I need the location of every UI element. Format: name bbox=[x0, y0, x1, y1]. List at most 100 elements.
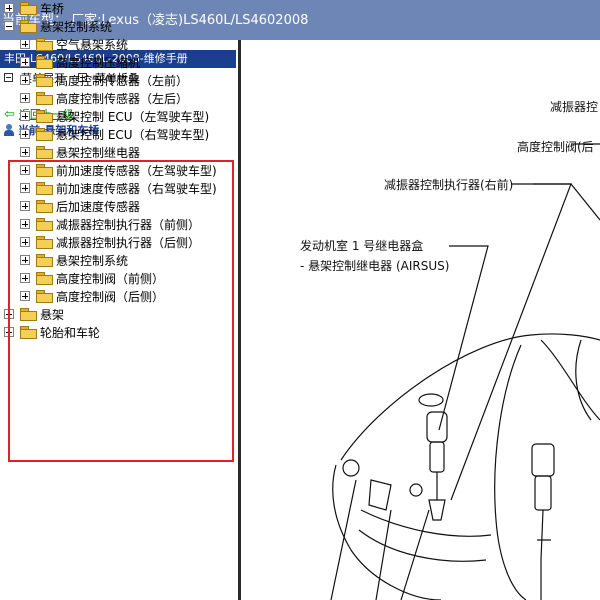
tree-item[interactable]: 悬架控制系统 bbox=[20, 252, 128, 270]
expand-icon[interactable] bbox=[20, 201, 30, 211]
tree-item[interactable]: 悬架控制 ECU（右驾驶车型) bbox=[20, 126, 209, 144]
tree-item-label: 悬架 bbox=[40, 308, 65, 322]
folder-icon bbox=[36, 56, 53, 69]
tree-item[interactable]: 后加速度传感器 bbox=[20, 198, 140, 216]
folder-icon bbox=[36, 164, 53, 177]
air-strut-lower bbox=[428, 472, 446, 521]
label-damper-front-right: 减振器控制执行器(右前) bbox=[384, 178, 514, 192]
folder-icon bbox=[36, 218, 53, 231]
car-hood-outline bbox=[340, 333, 600, 461]
folder-icon bbox=[36, 110, 53, 123]
folder-icon bbox=[36, 128, 53, 141]
tree-item-label: 前加速度传感器（右驾驶车型) bbox=[56, 182, 217, 196]
expand-all-icon bbox=[4, 73, 13, 82]
folder-icon bbox=[20, 326, 37, 339]
folder-icon bbox=[20, 308, 37, 321]
folder-icon bbox=[36, 254, 53, 267]
folder-icon bbox=[36, 38, 53, 51]
right-strut-top bbox=[531, 443, 555, 477]
sensor-part bbox=[342, 459, 360, 477]
windshield-outline bbox=[575, 339, 592, 421]
tree-item-label: 轮胎和车轮 bbox=[40, 326, 101, 340]
folder-icon bbox=[36, 182, 53, 195]
expand-icon[interactable] bbox=[20, 39, 30, 49]
tree-item-label: 高度控制阀（前侧） bbox=[56, 272, 165, 286]
tree-item[interactable]: 悬架 bbox=[4, 306, 64, 324]
expand-icon[interactable] bbox=[4, 327, 14, 337]
expand-icon[interactable] bbox=[20, 273, 30, 283]
leader-line-1 bbox=[330, 479, 357, 600]
label-valve-partial: 高度控制阀(后 bbox=[517, 140, 594, 154]
expand-icon[interactable] bbox=[20, 219, 30, 229]
expand-icon[interactable] bbox=[20, 255, 30, 265]
leader-line-3 bbox=[400, 509, 430, 600]
tree-item[interactable]: 高度控制阀（后侧） bbox=[20, 288, 164, 306]
expand-icon[interactable] bbox=[20, 291, 30, 301]
folder-icon bbox=[20, 2, 37, 15]
suspension-diagram bbox=[330, 143, 600, 600]
expand-icon[interactable] bbox=[4, 309, 14, 319]
expand-icon[interactable] bbox=[20, 75, 30, 85]
tree-item-label: 空气悬架系统 bbox=[56, 38, 129, 52]
air-strut-top bbox=[426, 411, 448, 443]
tree-item[interactable]: 前加速度传感器（右驾驶车型) bbox=[20, 180, 217, 198]
tree-item[interactable]: 悬架控制 ECU（左驾驶车型) bbox=[20, 108, 209, 126]
expand-icon[interactable] bbox=[20, 237, 30, 247]
diagram-panel: 减振器控 高度控制阀(后 减振器控制执行器(右前) 发动机室 1 号继电器盒 -… bbox=[241, 40, 600, 600]
tree-item-label: 悬架控制 ECU（右驾驶车型) bbox=[56, 128, 210, 142]
right-strut-lower bbox=[537, 509, 551, 561]
expand-icon[interactable] bbox=[20, 57, 30, 67]
leader-line-2 bbox=[375, 509, 392, 600]
tree-item[interactable]: 悬架控制继电器 bbox=[20, 144, 140, 162]
tree-item[interactable]: 车桥 bbox=[4, 0, 64, 18]
tree-item[interactable]: 减振器控制执行器（后侧） bbox=[20, 234, 200, 252]
back-arrow-icon: ⇦ bbox=[4, 107, 15, 122]
bracket-part bbox=[368, 479, 392, 511]
collapse-icon[interactable] bbox=[4, 21, 14, 31]
folder-icon bbox=[20, 20, 37, 33]
label-relay-box: 发动机室 1 号继电器盒 bbox=[300, 239, 424, 253]
tree-item-label: 悬架控制系统 bbox=[40, 20, 113, 34]
tree-item-label: 减振器控制执行器（后侧） bbox=[56, 236, 201, 250]
tree-item-label: 高度控制传感器（左后） bbox=[56, 92, 189, 106]
tree-item[interactable]: 空气悬架系统 bbox=[20, 36, 128, 54]
tree-item[interactable]: 高度控制传感器（左前） bbox=[20, 72, 188, 90]
tree-item-label: 高度控制传感器（左前） bbox=[56, 74, 189, 88]
tree-item[interactable]: 前加速度传感器（左驾驶车型) bbox=[20, 162, 217, 180]
car-bumper-line bbox=[360, 509, 492, 537]
expand-icon[interactable] bbox=[20, 183, 30, 193]
tree-item[interactable]: 悬架控制系统 bbox=[4, 18, 112, 36]
label-relay: - 悬架控制继电器 (AIRSUS) bbox=[300, 259, 450, 273]
tree-item[interactable]: 高度控制阀（前侧） bbox=[20, 270, 164, 288]
tree-item-label: 高度控制压缩机 bbox=[56, 56, 141, 70]
tree-item-label: 悬架控制系统 bbox=[56, 254, 129, 268]
folder-icon bbox=[36, 74, 53, 87]
tree-item[interactable]: 高度控制传感器（左后） bbox=[20, 90, 188, 108]
expand-icon[interactable] bbox=[20, 93, 30, 103]
tree-item-label: 减振器控制执行器（前侧） bbox=[56, 218, 201, 232]
expand-icon[interactable] bbox=[4, 3, 14, 13]
folder-icon bbox=[36, 146, 53, 159]
tree-item-label: 后加速度传感器 bbox=[56, 200, 141, 214]
mount-part bbox=[409, 483, 423, 497]
folder-icon bbox=[36, 200, 53, 213]
expand-icon[interactable] bbox=[20, 111, 30, 121]
tree-item[interactable]: 高度控制压缩机 bbox=[20, 54, 140, 72]
car-fender-outline bbox=[494, 344, 527, 600]
expand-icon[interactable] bbox=[20, 147, 30, 157]
leader-line-damper-front bbox=[450, 183, 572, 501]
user-icon bbox=[4, 124, 14, 136]
car-bumper-line-2 bbox=[358, 529, 487, 562]
tree-item[interactable]: 轮胎和车轮 bbox=[4, 324, 100, 342]
air-strut-body bbox=[429, 441, 445, 473]
tree-item-label: 悬架控制继电器 bbox=[56, 146, 141, 160]
relay-box-part bbox=[418, 393, 444, 407]
tree-item-label: 高度控制阀（后侧） bbox=[56, 290, 165, 304]
folder-icon bbox=[36, 272, 53, 285]
folder-icon bbox=[36, 236, 53, 249]
tree-item[interactable]: 减振器控制执行器（前侧） bbox=[20, 216, 200, 234]
expand-icon[interactable] bbox=[20, 129, 30, 139]
car-door-outline bbox=[540, 339, 600, 421]
expand-icon[interactable] bbox=[20, 165, 30, 175]
folder-icon bbox=[36, 92, 53, 105]
